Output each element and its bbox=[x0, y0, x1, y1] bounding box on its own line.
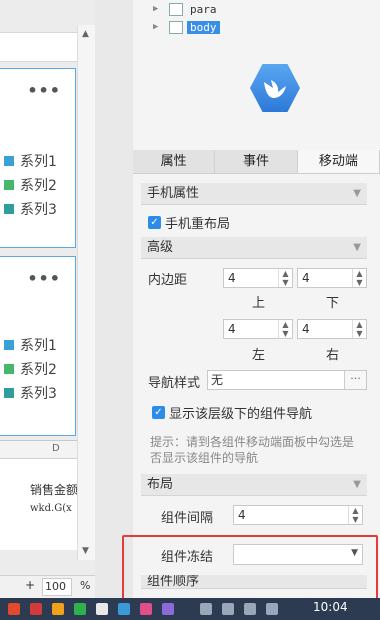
chart-legend: 系列1 系列2 系列3 bbox=[4, 149, 57, 221]
padding-bottom-input[interactable]: 4 ▲ ▼ bbox=[297, 268, 367, 288]
report-canvas: ••• 系列1 系列2 系列3 ••• 系列1 系列2 系列3 D 销售金额 w… bbox=[0, 0, 95, 598]
legend-item: 系列2 bbox=[4, 357, 57, 381]
component-icon bbox=[169, 2, 183, 16]
grid-header-cell: 销售金额 bbox=[30, 483, 79, 497]
more-icon[interactable]: ••• bbox=[27, 81, 61, 100]
legend-swatch bbox=[4, 204, 14, 214]
tree-node-selected[interactable]: ▶ body bbox=[153, 18, 220, 36]
zoom-bar: + 100 % bbox=[0, 575, 95, 598]
check-icon: ✓ bbox=[152, 406, 165, 419]
legend-item: 系列3 bbox=[4, 381, 57, 405]
app-logo bbox=[250, 64, 300, 112]
padding-top-input[interactable]: 4 ▲ ▼ bbox=[223, 268, 293, 288]
expand-icon: ▶ bbox=[153, 4, 159, 14]
collapse-icon: ▼ bbox=[353, 188, 361, 199]
app-icon[interactable] bbox=[140, 603, 152, 615]
tab-events[interactable]: 事件 bbox=[215, 150, 298, 173]
legend-item: 系列2 bbox=[4, 173, 57, 197]
legend-item: 系列3 bbox=[4, 197, 57, 221]
zoom-in-button[interactable]: + bbox=[25, 578, 35, 592]
app-icon[interactable] bbox=[96, 603, 108, 615]
gap-input[interactable]: 4 ▲ ▼ bbox=[233, 505, 363, 525]
stepper-icon: ▲ ▼ bbox=[352, 320, 366, 338]
app-icon[interactable] bbox=[30, 603, 42, 615]
app-icon[interactable] bbox=[118, 603, 130, 615]
legend-item: 系列1 bbox=[4, 149, 57, 173]
legend-swatch bbox=[4, 340, 14, 350]
scroll-up-icon: ▲ bbox=[82, 29, 89, 39]
stepper-icon: ▲ ▼ bbox=[278, 320, 292, 338]
app-icon[interactable] bbox=[8, 603, 20, 615]
padding-right-input[interactable]: 4 ▲ ▼ bbox=[297, 319, 367, 339]
legend-swatch bbox=[4, 180, 14, 190]
checkbox-phone-relayout[interactable]: ✓ 手机重布局 bbox=[148, 213, 230, 232]
hint-text: 提示：请到各组件移动端面板中勾选是否显示该组件的导航 bbox=[150, 435, 355, 465]
zoom-unit: % bbox=[80, 579, 91, 592]
legend-swatch bbox=[4, 388, 14, 398]
nav-style-input[interactable]: 无 ··· bbox=[207, 370, 367, 390]
padding-label: 内边距 bbox=[148, 273, 188, 288]
grid-formula-cell: wkd.G(x bbox=[30, 503, 72, 514]
app-icon[interactable] bbox=[162, 603, 174, 615]
highlight-box bbox=[122, 535, 378, 600]
padding-left-input[interactable]: 4 ▲ ▼ bbox=[223, 319, 293, 339]
check-icon: ✓ bbox=[148, 216, 161, 229]
right-label: 右 bbox=[326, 348, 340, 363]
chart-legend: 系列1 系列2 系列3 bbox=[4, 333, 57, 405]
panel-tabs: 属性 事件 移动端 bbox=[133, 150, 380, 174]
tab-mobile[interactable]: 移动端 bbox=[297, 150, 380, 173]
property-panel: ▶ para ▶ body 属性 事件 移动端 手机属性 ▼ ✓ 手机重布局 高级 ▼ 内… bbox=[133, 0, 380, 598]
tray-icon[interactable] bbox=[244, 603, 256, 615]
legend-swatch bbox=[4, 156, 14, 166]
scroll-down-icon: ▼ bbox=[82, 546, 89, 556]
top-label: 上 bbox=[252, 296, 266, 311]
section-layout[interactable]: 布局 ▼ bbox=[141, 474, 367, 496]
chart-panel-2[interactable]: ••• 系列1 系列2 系列3 bbox=[0, 256, 76, 436]
legend-item: 系列1 bbox=[4, 333, 57, 357]
bottom-label: 下 bbox=[326, 296, 340, 311]
gap-label: 组件间隔 bbox=[161, 511, 214, 526]
stepper-icon: ▲ ▼ bbox=[278, 269, 292, 287]
checkbox-show-nav[interactable]: ✓ 显示该层级下的组件导航 bbox=[152, 403, 312, 422]
component-tree: ▶ para ▶ body bbox=[153, 0, 220, 36]
section-phone[interactable]: 手机属性 ▼ bbox=[141, 183, 367, 205]
component-icon bbox=[169, 20, 183, 34]
legend-swatch bbox=[4, 364, 14, 374]
chart-panel-1[interactable]: ••• 系列1 系列2 系列3 bbox=[0, 68, 76, 248]
nav-style-label: 导航样式 bbox=[148, 376, 201, 391]
section-advanced[interactable]: 高级 ▼ bbox=[141, 237, 367, 259]
stepper-icon: ▲ ▼ bbox=[352, 269, 366, 287]
collapse-icon: ▼ bbox=[353, 479, 361, 490]
app-icon[interactable] bbox=[52, 603, 64, 615]
stepper-icon: ▲ ▼ bbox=[348, 506, 362, 524]
bird-icon bbox=[264, 80, 286, 98]
tray-icon[interactable] bbox=[200, 603, 212, 615]
more-icon[interactable]: ••• bbox=[27, 269, 61, 288]
expand-icon: ▶ bbox=[153, 22, 159, 32]
tray-icon[interactable] bbox=[222, 603, 234, 615]
tray-icon[interactable] bbox=[266, 603, 278, 615]
zoom-input[interactable]: 100 bbox=[42, 578, 72, 596]
collapse-icon: ▼ bbox=[353, 242, 361, 253]
more-button[interactable]: ··· bbox=[344, 371, 366, 389]
clock[interactable]: 10:04 bbox=[313, 600, 348, 614]
left-label: 左 bbox=[252, 348, 266, 363]
tree-node[interactable]: ▶ para bbox=[153, 0, 220, 18]
vertical-scrollbar[interactable]: ▲ ▼ bbox=[77, 25, 95, 560]
app-icon[interactable] bbox=[74, 603, 86, 615]
tab-properties[interactable]: 属性 bbox=[133, 150, 216, 173]
taskbar: 10:04 bbox=[0, 598, 380, 620]
